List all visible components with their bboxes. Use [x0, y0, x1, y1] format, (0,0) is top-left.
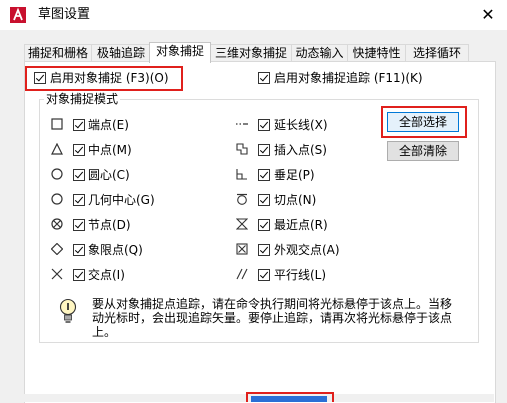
- tab-strip: 捕捉和栅格 极轴追踪 对象捕捉 三维对象捕捉 动态输入 快捷特性 选择循环: [0, 42, 507, 63]
- tangent-label: 切点(N): [274, 193, 317, 207]
- tab-3d-object-snap[interactable]: 三维对象捕捉: [210, 44, 292, 62]
- window-title: 草图设置: [38, 7, 91, 22]
- tab-selection-cycling[interactable]: 选择循环: [405, 44, 469, 62]
- node-checkbox[interactable]: [73, 219, 85, 231]
- apparent-intersection-checkbox[interactable]: [258, 244, 270, 256]
- node-marker-icon: [51, 218, 63, 230]
- insertion-marker-icon: [236, 143, 248, 155]
- midpoint-marker-icon: [51, 143, 63, 155]
- tab-snap-grid[interactable]: 捕捉和栅格: [24, 44, 92, 62]
- enable-tracking-label: 启用对象捕捉追踪 (F11)(K): [274, 71, 423, 85]
- tab-object-snap[interactable]: 对象捕捉: [149, 42, 211, 63]
- geometric-center-checkbox[interactable]: [73, 194, 85, 206]
- perpendicular-marker-icon: [236, 169, 247, 180]
- enable-tracking-checkbox[interactable]: [258, 72, 270, 84]
- perpendicular-checkbox[interactable]: [258, 169, 270, 181]
- enable-osnap-checkbox[interactable]: [34, 72, 46, 84]
- endpoint-marker-icon: [51, 118, 63, 130]
- tab-polar-tracking[interactable]: 极轴追踪: [91, 44, 151, 62]
- midpoint-checkbox[interactable]: [73, 144, 85, 156]
- parallel-label: 平行线(L): [274, 268, 327, 282]
- nearest-marker-icon: [236, 218, 248, 230]
- snap-modes-legend: 对象捕捉模式: [44, 92, 121, 106]
- tab-dynamic-input[interactable]: 动态输入: [291, 44, 348, 62]
- clear-all-button[interactable]: 全部清除: [387, 141, 459, 161]
- intersection-marker-icon: [51, 268, 63, 280]
- nearest-checkbox[interactable]: [258, 219, 270, 231]
- extension-marker-icon: [236, 123, 248, 125]
- highlight-ok-button: [246, 392, 334, 402]
- lightbulb-icon: [59, 298, 77, 323]
- center-checkbox[interactable]: [73, 169, 85, 181]
- autocad-app-icon: [10, 7, 26, 23]
- extension-label: 延长线(X): [274, 118, 328, 132]
- select-all-button[interactable]: 全部选择: [387, 112, 459, 132]
- center-marker-icon: [51, 168, 63, 180]
- title-bar: 草图设置 ✕: [0, 0, 507, 30]
- geometric-center-marker-icon: [51, 193, 63, 205]
- quadrant-marker-icon: [51, 243, 63, 255]
- close-button[interactable]: ✕: [474, 4, 502, 26]
- insertion-checkbox[interactable]: [258, 144, 270, 156]
- perpendicular-label: 垂足(P): [274, 168, 315, 182]
- quadrant-checkbox[interactable]: [73, 244, 85, 256]
- node-label: 节点(D): [88, 218, 131, 232]
- intersection-label: 交点(I): [88, 268, 125, 282]
- tracking-info-text: 要从对象捕捉点追踪，请在命令执行期间将光标悬停于该点上。当移动光标时，会出现追踪…: [92, 297, 453, 339]
- insertion-label: 插入点(S): [274, 143, 327, 157]
- extension-checkbox[interactable]: [258, 119, 270, 131]
- geometric-center-label: 几何中心(G): [88, 193, 155, 207]
- apparent-intersection-marker-icon: [236, 243, 248, 255]
- endpoint-checkbox[interactable]: [73, 119, 85, 131]
- enable-osnap-label: 启用对象捕捉 (F3)(O): [50, 71, 169, 85]
- parallel-checkbox[interactable]: [258, 269, 270, 281]
- quadrant-label: 象限点(Q): [88, 243, 143, 257]
- endpoint-label: 端点(E): [88, 118, 129, 132]
- tangent-marker-icon: [237, 193, 247, 205]
- tangent-checkbox[interactable]: [258, 194, 270, 206]
- intersection-checkbox[interactable]: [73, 269, 85, 281]
- nearest-label: 最近点(R): [274, 218, 328, 232]
- tab-quick-properties[interactable]: 快捷特性: [347, 44, 406, 62]
- apparent-intersection-label: 外观交点(A): [274, 243, 340, 257]
- midpoint-label: 中点(M): [88, 143, 132, 157]
- center-label: 圆心(C): [88, 168, 130, 182]
- parallel-marker-icon: [236, 268, 248, 280]
